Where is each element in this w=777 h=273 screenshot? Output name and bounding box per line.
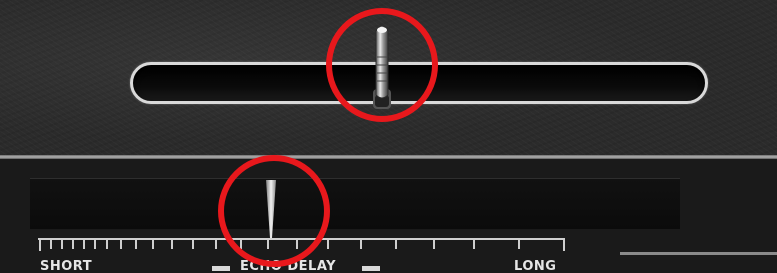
echo-delay-panel: SHORT ECHO DELAY LONG [0, 0, 777, 273]
echo-delay-scale [38, 238, 565, 251]
title-dash-right [362, 266, 380, 271]
echo-delay-title: ECHO DELAY [240, 259, 337, 273]
long-label: LONG [514, 259, 557, 273]
short-label: SHORT [40, 259, 93, 273]
echo-delay-pointer[interactable] [265, 180, 277, 242]
title-dash-left [212, 266, 230, 271]
